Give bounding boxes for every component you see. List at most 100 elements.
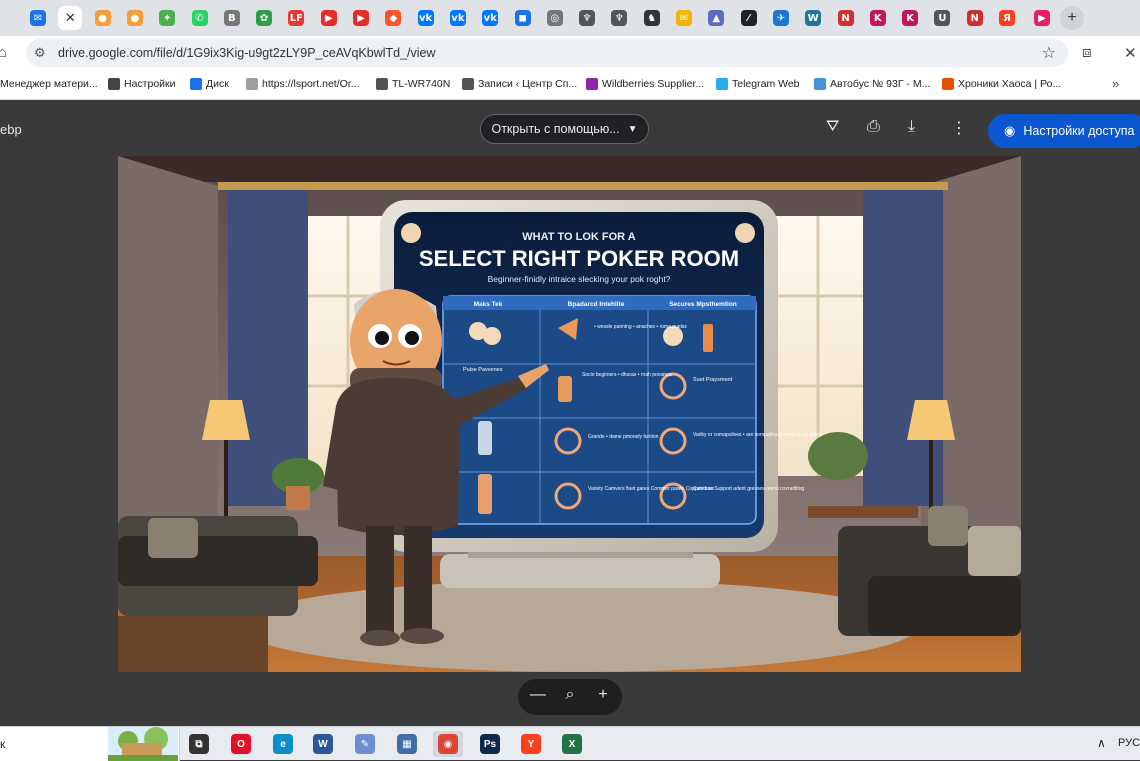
share-settings-button[interactable]: ◉ Настройки доступа	[988, 114, 1140, 148]
new-tab-button[interactable]: +	[1060, 6, 1084, 30]
browser-tab[interactable]: K	[866, 6, 890, 30]
bookmark-star-icon[interactable]: ☆	[1042, 43, 1056, 63]
taskbar-app[interactable]: W	[308, 731, 338, 757]
search-highlight-illustration	[108, 727, 178, 761]
browser-tab[interactable]: W	[801, 6, 825, 30]
calculator-icon: ▦	[397, 734, 417, 754]
bookmark-item[interactable]: Настройки	[108, 78, 176, 90]
site-info-icon[interactable]: ⚙	[34, 45, 46, 61]
browser-tab[interactable]: Я	[995, 6, 1019, 30]
browser-tab[interactable]: vk	[446, 6, 470, 30]
bookmark-item[interactable]: Wildberries Supplier...	[586, 78, 704, 90]
zoom-in-button[interactable]: +	[593, 686, 613, 704]
taskbar-app[interactable]: e	[268, 731, 298, 757]
trophy-icon	[462, 78, 474, 90]
browser-tab[interactable]: N	[963, 6, 987, 30]
browser-tab[interactable]: ✆	[188, 6, 212, 30]
taskbar-app[interactable]: X	[557, 731, 587, 757]
outlook-mail-icon: ✉	[30, 10, 46, 26]
browser-tab[interactable]: ◎	[543, 6, 567, 30]
browser-tab[interactable]: ✦	[155, 6, 179, 30]
page-icon	[246, 78, 258, 90]
column-header-1: Maks Tek	[474, 301, 503, 308]
url-text[interactable]: drive.google.com/file/d/1G9ix3Kig-u9gt2z…	[58, 46, 436, 60]
home-icon[interactable]: ⌂	[0, 44, 7, 61]
orange-dot-icon: ●	[126, 10, 143, 26]
open-with-button[interactable]: Открыть с помощью... ▼	[480, 114, 649, 144]
browser-tab[interactable]: ▲	[704, 6, 728, 30]
browser-tab[interactable]: ♞	[640, 6, 664, 30]
browser-tab[interactable]: N	[834, 6, 858, 30]
browser-tab[interactable]: ✈	[769, 6, 793, 30]
taskbar-app[interactable]: O	[226, 731, 256, 757]
bookmark-item[interactable]: Telegram Web	[716, 78, 800, 90]
lf-icon: LF	[288, 10, 305, 26]
k-icon: K	[902, 10, 919, 26]
browser-tab[interactable]: ✕	[58, 6, 83, 30]
bookmark-label: Менеджер матери...	[0, 78, 98, 90]
bookmark-item[interactable]: Автобус № 93Г - М...	[814, 78, 930, 90]
bookmark-item[interactable]: Диск	[190, 78, 229, 90]
yandex-browser-icon: Y	[521, 734, 541, 754]
browser-tab[interactable]: ⁄	[737, 6, 761, 30]
browser-menu-icon[interactable]: ✕	[1124, 44, 1137, 62]
taskbar-app[interactable]: Ps	[475, 731, 505, 757]
browser-tab[interactable]: ✉	[26, 6, 50, 30]
browser-tab[interactable]: B	[220, 6, 244, 30]
browser-tab[interactable]: LF	[284, 6, 308, 30]
open-with-label: Открыть с помощью...	[491, 122, 620, 136]
browser-tab[interactable]: vk	[478, 6, 502, 30]
taskbar-app[interactable]: ⧉	[184, 731, 214, 757]
cell-2-1: Pulse Pavvenes	[463, 367, 503, 373]
taskbar-app[interactable]: ▦	[392, 731, 422, 757]
print-icon[interactable]: ⎙	[867, 118, 880, 136]
cell-3-2: Grande • dame pmonely funtion	[588, 434, 659, 440]
browser-tab[interactable]: ●	[91, 6, 115, 30]
whatsapp-icon: ✆	[191, 10, 208, 26]
extensions-icon[interactable]: ⧈	[1082, 44, 1092, 61]
download-icon[interactable]: ⤓	[908, 118, 915, 136]
browser-tab[interactable]: ▶	[1030, 6, 1054, 30]
search-text[interactable]: к	[0, 737, 5, 751]
browser-tab[interactable]: ♆	[575, 6, 599, 30]
address-bar[interactable]: ⚙ drive.google.com/file/d/1G9ix3Kig-u9gt…	[26, 39, 1068, 67]
browser-tab[interactable]: U	[930, 6, 954, 30]
taskbar-app[interactable]: Y	[516, 731, 546, 757]
browser-tab[interactable]: vk	[414, 6, 438, 30]
close-tab-icon[interactable]: ✕	[62, 10, 78, 26]
tray-overflow-icon[interactable]: ∧	[1097, 736, 1106, 750]
opera-icon: O	[231, 734, 251, 754]
bookmark-item[interactable]: https://lsport.net/Or...	[246, 78, 359, 90]
browser-tab[interactable]: ✿	[252, 6, 276, 30]
photoshop-icon: Ps	[480, 734, 500, 754]
browser-tab[interactable]: ◆	[381, 6, 405, 30]
browser-tab[interactable]: K	[898, 6, 922, 30]
browser-tab[interactable]: ▶	[349, 6, 373, 30]
bookmark-item[interactable]: TL-WR740N	[376, 78, 450, 90]
add-to-drive-icon[interactable]: ⛛	[826, 118, 839, 136]
bookmark-item[interactable]: Менеджер матери...	[0, 78, 98, 90]
more-actions-icon[interactable]: ⋮	[951, 118, 967, 138]
browser-tab[interactable]: ✉	[672, 6, 696, 30]
taskbar-search-box[interactable]: к	[0, 727, 180, 761]
browser-tab[interactable]: ●	[123, 6, 147, 30]
bookmark-item[interactable]: Хроники Хаоса | Ро...	[942, 78, 1061, 90]
vk-icon: vk	[449, 10, 466, 26]
bookmark-item[interactable]: Записи ‹ Центр Сп...	[462, 78, 577, 90]
edge-icon: e	[273, 734, 293, 754]
language-indicator[interactable]: РУС	[1118, 737, 1140, 749]
zoom-out-button[interactable]: —	[528, 686, 548, 704]
chat-icon: ◼	[514, 10, 531, 26]
wildberries-icon	[586, 78, 598, 90]
zoom-reset-button[interactable]: ⌕	[560, 686, 580, 704]
browser-tab[interactable]: ▶	[317, 6, 341, 30]
browser-tab[interactable]: ♆	[607, 6, 631, 30]
taskbar-app[interactable]: ✎	[350, 731, 380, 757]
browser-tab[interactable]: ◼	[511, 6, 535, 30]
disk-icon	[190, 78, 202, 90]
bookmark-label: Wildberries Supplier...	[602, 78, 705, 90]
cell-2-3: Suet Praysment	[693, 377, 733, 383]
more-bookmarks-icon[interactable]: »	[1112, 76, 1119, 91]
vk-icon: vk	[482, 10, 499, 26]
taskbar-app[interactable]: ◉	[433, 731, 463, 757]
